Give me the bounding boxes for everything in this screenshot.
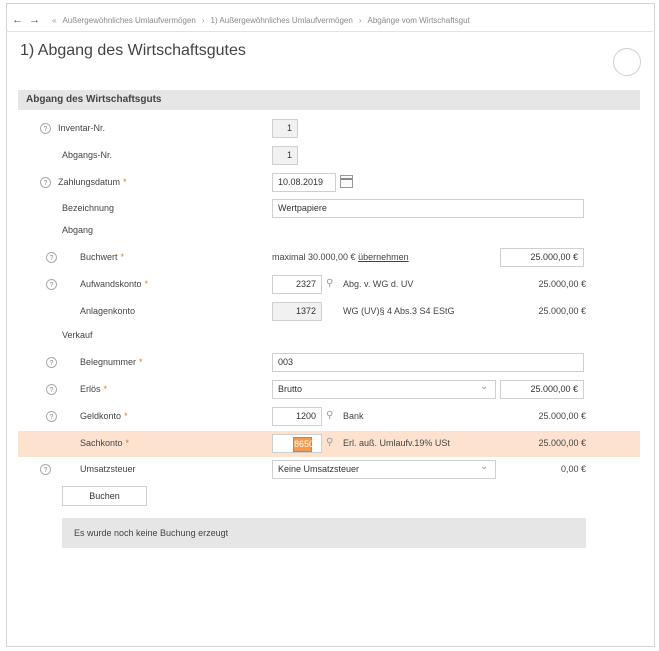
sachkonto-selection: 8650 xyxy=(293,437,314,452)
buchwert-label: Buchwert * xyxy=(80,252,125,262)
help-icon[interactable]: ? xyxy=(40,464,51,475)
umsatzsteuer-select[interactable]: Keine Umsatzsteuer xyxy=(272,460,496,479)
row-sachkonto: Sachkonto * 8650 ⚲ Erl. auß. Umlaufv.19% … xyxy=(18,431,640,457)
row-buchwert: ? Buchwert * maximal 30.000,00 € übernehm… xyxy=(18,247,640,269)
page-title: 1) Abgang des Wirtschaftsgutes xyxy=(20,42,246,59)
row-geldkonto: ? Geldkonto * 1200 ⚲ Bank 25.000,00 € xyxy=(18,406,640,428)
sachkonto-desc: Erl. auß. Umlaufv.19% USt xyxy=(343,438,450,448)
erloes-amount-field[interactable]: 25.000,00 € xyxy=(500,380,584,399)
aufwandskonto-label: Aufwandskonto * xyxy=(80,279,149,289)
abgang-heading: Abgang xyxy=(62,225,94,235)
buchen-button[interactable]: Buchen xyxy=(62,486,147,506)
help-icon[interactable]: ? xyxy=(46,411,57,422)
calendar-icon[interactable] xyxy=(340,175,353,188)
status-circle-icon xyxy=(613,48,641,76)
help-icon[interactable]: ? xyxy=(40,123,51,134)
uebernehmen-link[interactable]: übernehmen xyxy=(358,252,409,262)
help-icon[interactable]: ? xyxy=(46,384,57,395)
help-icon[interactable]: ? xyxy=(46,279,57,290)
inventar-label: Inventar-Nr. xyxy=(58,123,106,133)
row-abgangs: Abgangs-Nr. 1 xyxy=(18,145,640,167)
erloes-label: Erlös * xyxy=(80,384,108,394)
bezeichnung-field[interactable]: Wertpapiere xyxy=(272,199,584,218)
chevron-right-icon: › xyxy=(358,15,362,25)
zahlungsdatum-field[interactable]: 10.08.2019 xyxy=(272,173,336,192)
geldkonto-amount: 25.000,00 € xyxy=(538,411,586,421)
geldkonto-field[interactable]: 1200 xyxy=(272,407,322,426)
erloes-select[interactable]: Brutto xyxy=(272,380,496,399)
breadcrumb: ← → « Außergewöhnliches Umlaufvermögen ›… xyxy=(12,12,470,28)
abgangs-field: 1 xyxy=(272,146,298,165)
buchwert-hint: maximal 30.000,00 € übernehmen xyxy=(272,252,409,262)
row-bezeichnung: Bezeichnung Wertpapiere xyxy=(18,198,640,220)
row-inventar: ? Inventar-Nr. 1 xyxy=(18,118,640,140)
aufwandskonto-desc: Abg. v. WG d. UV xyxy=(343,279,414,289)
help-icon[interactable]: ? xyxy=(40,177,51,188)
anlagenkonto-desc: WG (UV)§ 4 Abs.3 S4 EStG xyxy=(343,306,455,316)
breadcrumb-item[interactable]: Abgänge vom Wirtschaftsgut xyxy=(368,16,470,25)
lookup-icon[interactable]: ⚲ xyxy=(326,410,333,421)
belegnummer-field[interactable]: 003 xyxy=(272,353,584,372)
aufwandskonto-amount: 25.000,00 € xyxy=(538,279,586,289)
row-zahlungsdatum: ? Zahlungsdatum * 10.08.2019 xyxy=(18,172,640,194)
row-abgang-heading: Abgang xyxy=(18,220,640,242)
bezeichnung-label: Bezeichnung xyxy=(62,203,115,213)
sachkonto-label: Sachkonto * xyxy=(80,438,130,448)
sachkonto-field[interactable]: 8650 xyxy=(272,434,322,453)
chevron-down-icon[interactable]: ⌄ xyxy=(480,381,488,392)
aufwandskonto-field[interactable]: 2327 xyxy=(272,275,322,294)
status-message: Es wurde noch keine Buchung erzeugt xyxy=(62,518,586,548)
anlagenkonto-field: 1372 xyxy=(272,302,322,321)
arrow-left-icon[interactable]: ← xyxy=(12,14,23,26)
sachkonto-amount: 25.000,00 € xyxy=(538,438,586,448)
breadcrumb-item[interactable]: 1) Außergewöhnliches Umlaufvermögen xyxy=(211,16,353,25)
anlagenkonto-amount: 25.000,00 € xyxy=(538,306,586,316)
belegnummer-label: Belegnummer * xyxy=(80,357,143,367)
row-aufwandskonto: ? Aufwandskonto * 2327 ⚲ Abg. v. WG d. UV… xyxy=(18,274,640,296)
row-erloes: ? Erlös * Brutto ⌄ 25.000,00 € xyxy=(18,379,640,401)
lookup-icon[interactable]: ⚲ xyxy=(326,437,333,448)
geldkonto-desc: Bank xyxy=(343,411,364,421)
row-belegnummer: ? Belegnummer * 003 xyxy=(18,352,640,374)
chevron-right-icon: › xyxy=(201,15,205,25)
buchwert-amount-field[interactable]: 25.000,00 € xyxy=(500,248,584,267)
row-verkauf-heading: Verkauf xyxy=(18,325,640,347)
nav-divider xyxy=(6,31,653,32)
row-umsatzsteuer: ? Umsatzsteuer Keine Umsatzsteuer ⌄ 0,00… xyxy=(18,459,640,481)
breadcrumb-separator-icon: « xyxy=(52,15,57,25)
anlagenkonto-label: Anlagenkonto xyxy=(80,306,136,316)
chevron-down-icon[interactable]: ⌄ xyxy=(480,461,488,472)
breadcrumb-item[interactable]: Außergewöhnliches Umlaufvermögen xyxy=(62,16,195,25)
abgangs-label: Abgangs-Nr. xyxy=(62,150,113,160)
zahlungsdatum-label: Zahlungsdatum * xyxy=(58,177,127,187)
row-anlagenkonto: Anlagenkonto 1372 WG (UV)§ 4 Abs.3 S4 ES… xyxy=(18,301,640,323)
verkauf-heading: Verkauf xyxy=(62,330,93,340)
umsatzsteuer-amount: 0,00 € xyxy=(560,464,586,474)
section-header: Abgang des Wirtschaftsguts xyxy=(18,90,640,110)
umsatzsteuer-label: Umsatzsteuer xyxy=(80,464,136,474)
lookup-icon[interactable]: ⚲ xyxy=(326,278,333,289)
help-icon[interactable]: ? xyxy=(46,252,57,263)
geldkonto-label: Geldkonto * xyxy=(80,411,128,421)
arrow-right-icon[interactable]: → xyxy=(29,14,40,26)
help-icon[interactable]: ? xyxy=(46,357,57,368)
inventar-field: 1 xyxy=(272,119,298,138)
